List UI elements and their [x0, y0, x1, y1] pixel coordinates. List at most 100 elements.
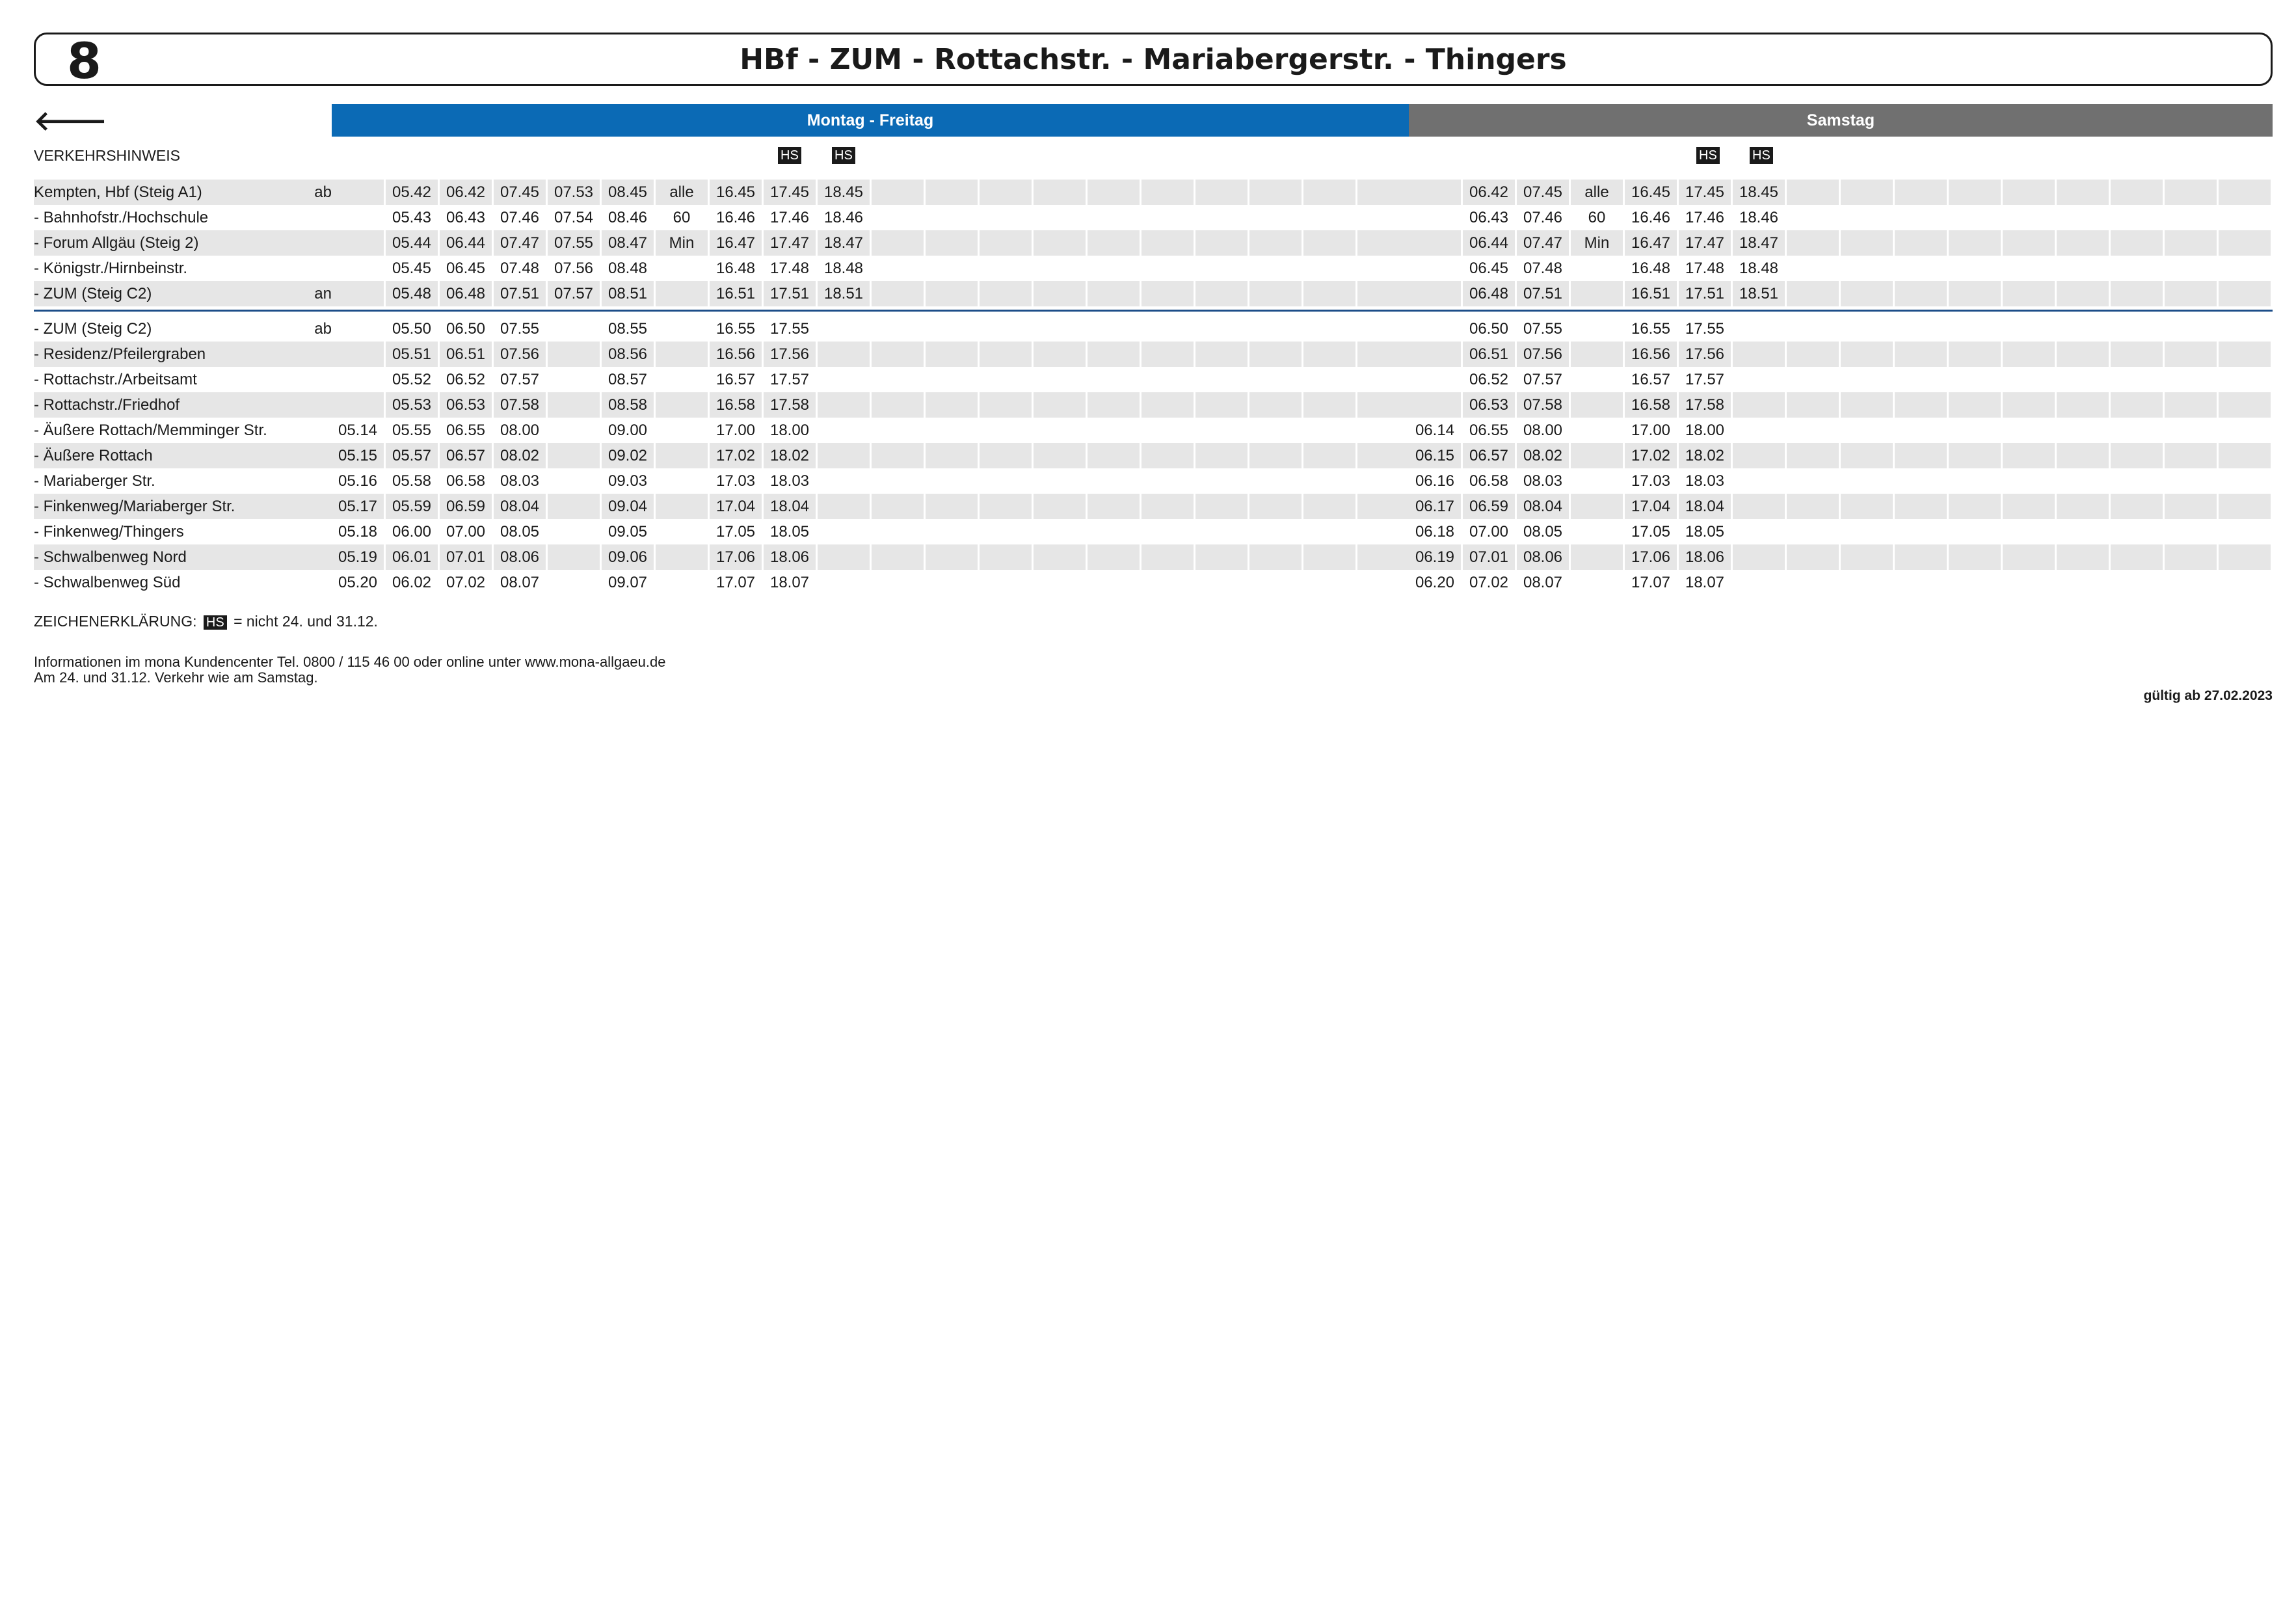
- saturday-time-cell: [2165, 256, 2217, 281]
- weekday-time-cell: [980, 418, 1032, 443]
- saturday-time-cell: [1949, 468, 2001, 494]
- weekday-time-cell: [1249, 230, 1302, 256]
- stop-name: - Mariaberger Str.: [34, 472, 155, 490]
- saturday-time-cell: [2057, 468, 2109, 494]
- table-row: - Finkenweg/Thingers 05.18 06.00 07.00 08.05…: [34, 519, 2273, 544]
- saturday-time-cell: [1571, 316, 1623, 342]
- weekday-time-cell: 05.51: [386, 342, 438, 367]
- weekday-time-cell: 18.02: [764, 443, 816, 468]
- weekday-time-cell: [980, 468, 1032, 494]
- weekday-time-cell: 08.46: [607, 209, 648, 226]
- weekday-time-cell: 05.48: [386, 281, 438, 306]
- weekday-time-cell: [872, 494, 924, 519]
- saturday-time-cell: 07.02: [1469, 574, 1509, 591]
- table-row: - ZUM (Steig C2) an 05.48 06.48 07.51 07.57 08…: [34, 281, 2273, 306]
- weekday-time-cell: [1034, 342, 1086, 367]
- weekday-time-cell: Min: [656, 230, 708, 256]
- saturday-time-cell: 06.52: [1469, 371, 1509, 388]
- weekday-time-cell: [1034, 316, 1086, 342]
- weekday-time-cell: 16.51: [710, 281, 762, 306]
- weekday-time-cell: [1357, 392, 1409, 418]
- saturday-time-cell: [2219, 519, 2271, 544]
- saturday-time-cell: 18.07: [1685, 574, 1725, 591]
- weekday-time-cell: 07.54: [554, 209, 594, 226]
- weekday-time-cell: 05.59: [386, 494, 438, 519]
- weekday-time-cell: alle: [656, 180, 708, 205]
- weekday-time-cell: 06.58: [446, 472, 486, 490]
- weekday-time-cell: [1303, 342, 1355, 367]
- weekday-time-cell: [1034, 519, 1086, 544]
- saturday-time-cell: [1895, 256, 1947, 281]
- weekday-time-cell: [1088, 519, 1140, 544]
- weekday-time-cell: 05.14: [338, 422, 378, 439]
- weekday-time-cell: [1088, 342, 1140, 367]
- saturday-time-cell: [1949, 443, 2001, 468]
- weekday-time-cell: [1034, 494, 1086, 519]
- weekday-time-cell: [980, 342, 1032, 367]
- saturday-time-cell: [1571, 367, 1623, 392]
- weekday-time-cell: [656, 316, 708, 342]
- weekday-time-cell: [1088, 205, 1140, 230]
- table-row: - Mariaberger Str. 05.16 05.58 06.58 08.03 09…: [34, 468, 2273, 494]
- weekday-time-cell: [1249, 256, 1302, 281]
- weekday-time-cell: 05.44: [386, 230, 438, 256]
- weekday-time-cell: [656, 418, 708, 443]
- stop-name: - Königstr./Hirnbeinstr.: [34, 260, 188, 277]
- back-arrow-icon: 🡐: [34, 105, 107, 136]
- weekday-time-cell: 05.17: [332, 494, 384, 519]
- saturday-time-cell: 08.07: [1523, 574, 1563, 591]
- saturday-time-cell: 08.03: [1523, 472, 1563, 490]
- weekday-time-cell: 18.06: [764, 544, 816, 570]
- weekday-time-cell: [1357, 443, 1409, 468]
- weekday-time-cell: [548, 570, 600, 595]
- weekday-time-cell: 06.44: [440, 230, 492, 256]
- weekday-time-cell: [1141, 570, 1194, 595]
- weekday-time-cell: 07.51: [494, 281, 546, 306]
- direction-label: [299, 392, 332, 418]
- weekday-time-cell: [1088, 443, 1140, 468]
- route-title: HBf - ZUM - Rottachstr. - Mariabergerstr…: [740, 43, 1567, 76]
- weekday-time-cell: [980, 392, 1032, 418]
- weekday-time-cell: 07.46: [500, 209, 540, 226]
- saturday-time-cell: [1895, 180, 1947, 205]
- info-block: Informationen im mona Kundencenter Tel. …: [34, 654, 665, 686]
- weekday-time-cell: 16.48: [715, 260, 756, 277]
- saturday-time-cell: [1841, 519, 1893, 544]
- saturday-time-cell: Min: [1571, 230, 1623, 256]
- weekday-time-cell: [332, 256, 384, 281]
- saturday-time-cell: [1949, 367, 2001, 392]
- weekday-time-cell: [1034, 367, 1086, 392]
- weekday-time-cell: [818, 544, 870, 570]
- table-row: - Königstr./Hirnbeinstr. 05.45 06.45 07.48 0…: [34, 256, 2273, 281]
- saturday-time-cell: [1787, 281, 1839, 306]
- saturday-time-cell: [2111, 316, 2163, 342]
- saturday-time-cell: [1733, 570, 1785, 595]
- weekday-time-cell: [1141, 230, 1194, 256]
- saturday-time-cell: [1841, 281, 1893, 306]
- weekday-time-cell: 07.57: [500, 371, 540, 388]
- saturday-time-cell: [1841, 494, 1893, 519]
- weekday-time-cell: 09.06: [602, 544, 654, 570]
- weekday-time-cell: 05.43: [392, 209, 432, 226]
- weekday-time-cell: 05.50: [392, 320, 432, 338]
- weekday-time-cell: [926, 570, 978, 595]
- saturday-time-cell: 17.56: [1679, 342, 1731, 367]
- hs-marker: HS: [1696, 147, 1720, 164]
- saturday-time-cell: [2057, 316, 2109, 342]
- saturday-time-cell: 18.03: [1685, 472, 1725, 490]
- saturday-time-cell: [1409, 342, 1461, 367]
- weekday-time-cell: 07.01: [440, 544, 492, 570]
- saturday-time-cell: [1895, 494, 1947, 519]
- saturday-time-cell: 06.59: [1463, 494, 1515, 519]
- saturday-time-cell: 16.46: [1631, 209, 1671, 226]
- weekday-time-cell: 18.45: [818, 180, 870, 205]
- weekday-time-cell: [1195, 342, 1248, 367]
- saturday-time-cell: [2003, 418, 2055, 443]
- saturday-time-cell: [1787, 418, 1839, 443]
- weekday-time-cell: [926, 494, 978, 519]
- weekday-time-cell: [656, 570, 708, 595]
- weekday-time-cell: 08.55: [607, 320, 648, 338]
- weekday-time-cell: [926, 205, 978, 230]
- saturday-time-cell: [2111, 230, 2163, 256]
- weekday-time-cell: [656, 281, 708, 306]
